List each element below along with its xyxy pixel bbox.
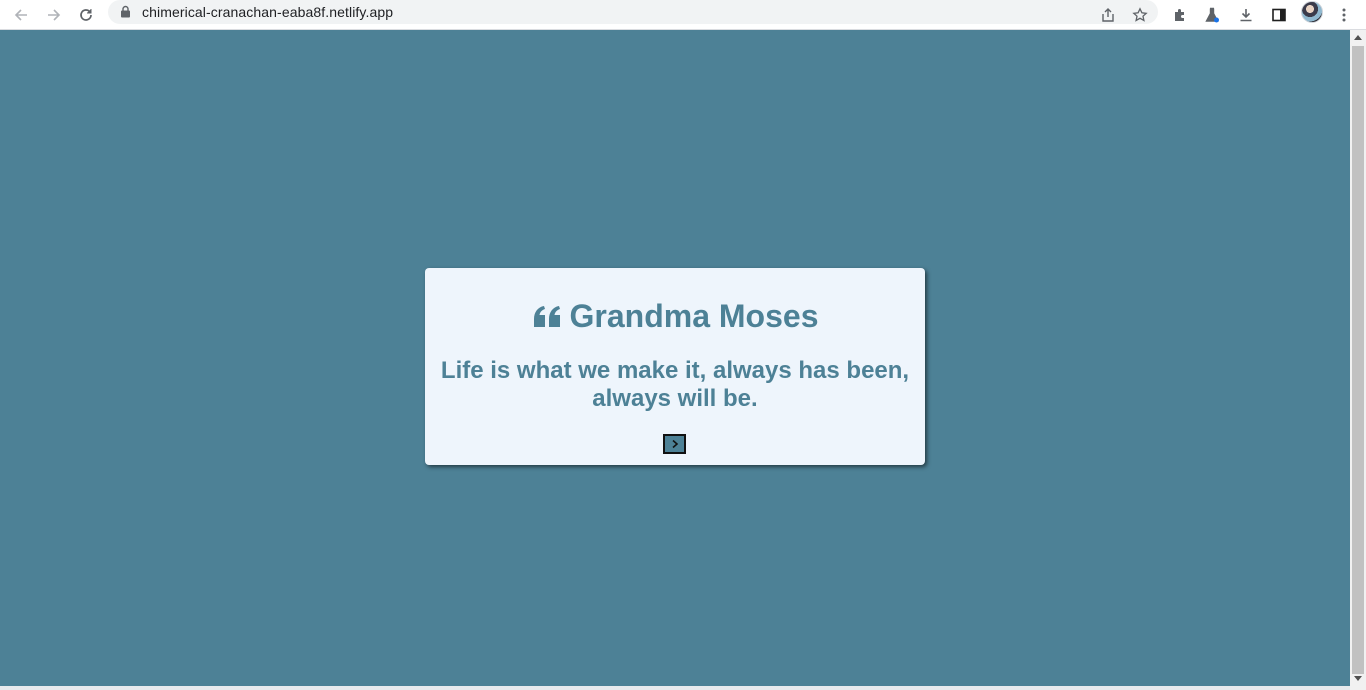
quote-text: Life is what we make it, always has been… — [440, 357, 910, 412]
chevron-right-icon — [671, 439, 678, 449]
quote-left-icon — [533, 305, 560, 327]
browser-toolbar: chimerical-cranachan-eaba8f.netlify.app — [0, 0, 1366, 30]
extensions-button[interactable] — [1168, 3, 1192, 27]
reload-button[interactable] — [74, 3, 98, 27]
scroll-down-arrow-icon[interactable] — [1354, 676, 1362, 681]
download-icon — [1240, 9, 1252, 22]
labs-flask-icon — [1205, 7, 1219, 23]
kebab-menu-icon — [1342, 8, 1346, 22]
scroll-thumb[interactable] — [1352, 46, 1364, 674]
vertical-scrollbar[interactable] — [1350, 30, 1366, 690]
url-text[interactable]: chimerical-cranachan-eaba8f.netlify.app — [142, 4, 393, 20]
share-button[interactable] — [1096, 3, 1120, 27]
side-panel-button[interactable] — [1267, 3, 1291, 27]
scroll-up-arrow-icon[interactable] — [1354, 35, 1362, 40]
back-arrow-icon — [14, 9, 27, 21]
avatar[interactable] — [1301, 1, 1323, 23]
quote-card: Grandma Moses Life is what we make it, a… — [425, 268, 925, 465]
forward-button[interactable] — [42, 3, 66, 27]
bottom-strip — [0, 686, 1350, 690]
reload-icon — [80, 9, 92, 21]
downloads-button[interactable] — [1234, 3, 1258, 27]
browser-menu-button[interactable] — [1332, 3, 1356, 27]
bookmark-button[interactable] — [1128, 3, 1152, 27]
labs-button[interactable] — [1200, 3, 1224, 27]
quote-author: Grandma Moses — [569, 298, 819, 334]
extensions-icon — [1175, 9, 1184, 21]
forward-arrow-icon — [48, 9, 61, 21]
side-panel-icon — [1272, 8, 1286, 22]
next-quote-button[interactable] — [663, 434, 686, 454]
back-button[interactable] — [9, 3, 33, 27]
author-row: Grandma Moses — [425, 298, 925, 335]
share-icon — [1102, 8, 1114, 22]
star-icon — [1132, 7, 1148, 22]
lock-icon — [121, 5, 130, 18]
